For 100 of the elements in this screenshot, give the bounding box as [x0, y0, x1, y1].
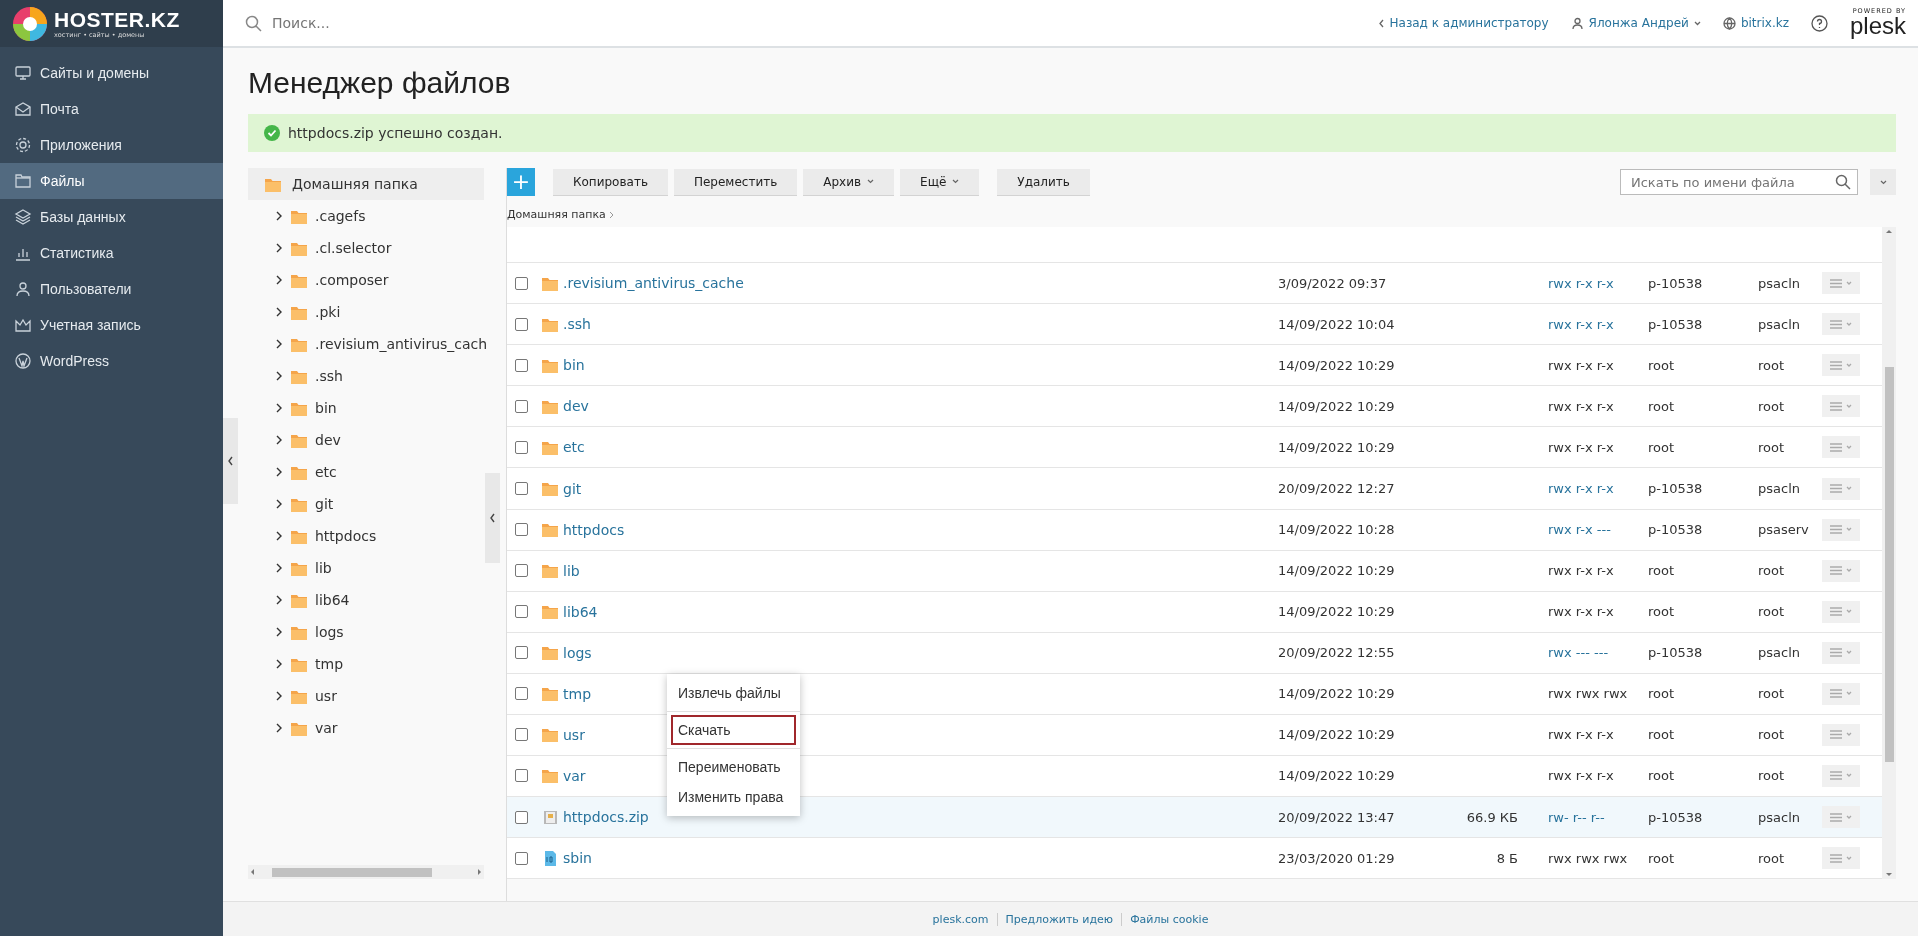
file-name-link[interactable]: logs	[563, 644, 592, 661]
chevron-icon[interactable]	[275, 339, 283, 349]
chevron-icon[interactable]	[275, 403, 283, 413]
tree-item[interactable]: .cagefs	[248, 200, 484, 232]
permissions-link[interactable]: rw- r-- r--	[1548, 809, 1648, 825]
file-name-link[interactable]: dev	[563, 398, 589, 415]
chevron-icon[interactable]	[275, 467, 283, 477]
row-checkbox[interactable]	[515, 317, 528, 331]
row-checkbox[interactable]	[515, 605, 528, 619]
chevron-icon[interactable]	[275, 531, 283, 541]
file-name-link[interactable]: var	[563, 767, 586, 784]
tree-item[interactable]: git	[248, 488, 484, 520]
file-name-link[interactable]: usr	[563, 726, 585, 743]
collapse-handle[interactable]	[485, 473, 500, 563]
tree-item[interactable]: tmp	[248, 648, 484, 680]
row-checkbox[interactable]	[515, 523, 528, 537]
file-name-link[interactable]: bin	[563, 357, 585, 374]
tree-item[interactable]: .ssh	[248, 360, 484, 392]
toolbar-button[interactable]: Удалить	[997, 168, 1090, 196]
back-link[interactable]: Назад к администратору	[1377, 16, 1549, 30]
file-name-link[interactable]: .ssh	[563, 316, 591, 333]
file-name-link[interactable]: etc	[563, 439, 585, 456]
chevron-icon[interactable]	[275, 371, 283, 381]
chevron-icon[interactable]	[275, 563, 283, 573]
tree-item[interactable]: .composer	[248, 264, 484, 296]
chevron-icon[interactable]	[275, 595, 283, 605]
row-checkbox[interactable]	[515, 482, 528, 495]
permissions-link[interactable]: rwx r-x ---	[1548, 522, 1648, 538]
user-menu[interactable]: Ялонжа Андрей	[1570, 16, 1701, 30]
row-checkbox[interactable]	[515, 687, 528, 701]
chevron-icon[interactable]	[275, 691, 283, 701]
row-checkbox[interactable]	[515, 276, 528, 290]
row-checkbox[interactable]	[515, 769, 528, 783]
footer-link[interactable]: Файлы cookie	[1121, 912, 1217, 926]
row-checkbox[interactable]	[515, 399, 528, 413]
chevron-icon[interactable]	[275, 627, 283, 637]
collapse-handle[interactable]	[223, 418, 238, 504]
chevron-icon[interactable]	[275, 659, 283, 669]
sidebar-item[interactable]: Пользователи	[0, 271, 223, 307]
permissions-link[interactable]: rwx r-x r-x	[1548, 481, 1648, 496]
tree-item[interactable]: .pki	[248, 296, 484, 328]
sidebar-item[interactable]: Файлы	[0, 163, 223, 199]
menu-item[interactable]: Извлечь файлы	[671, 678, 796, 708]
row-checkbox[interactable]	[515, 646, 528, 660]
row-checkbox[interactable]	[515, 728, 528, 742]
chevron-icon[interactable]	[275, 499, 283, 509]
file-name-link[interactable]: tmp	[563, 685, 591, 702]
sidebar-item[interactable]: WordPress	[0, 343, 223, 379]
horizontal-scrollbar[interactable]	[248, 865, 484, 879]
toolbar-button[interactable]: Копировать	[553, 168, 668, 196]
file-name-link[interactable]: lib	[563, 562, 580, 579]
menu-item[interactable]: Переименовать	[671, 752, 796, 782]
chevron-icon[interactable]	[275, 275, 283, 285]
domain-link[interactable]: bitrix.kz	[1722, 16, 1789, 30]
file-search-field[interactable]: Искать по имени файла	[1620, 169, 1858, 195]
row-checkbox[interactable]	[515, 851, 528, 865]
permissions-link[interactable]: rwx --- ---	[1548, 645, 1648, 661]
tree-item[interactable]: httpdocs	[248, 520, 484, 552]
sidebar-item[interactable]: Почта	[0, 91, 223, 127]
vertical-scrollbar[interactable]	[1882, 227, 1896, 879]
tree-item[interactable]: dev	[248, 424, 484, 456]
tree-item[interactable]: bin	[248, 392, 484, 424]
tree-item[interactable]: .revisium_antivirus_cach	[248, 328, 484, 360]
toolbar-button[interactable]: Ещё	[900, 168, 980, 196]
sidebar-item[interactable]: Учетная запись	[0, 307, 223, 343]
tree-item[interactable]: lib64	[248, 584, 484, 616]
help-icon[interactable]	[1810, 14, 1828, 32]
row-checkbox[interactable]	[515, 564, 528, 578]
search-icon[interactable]	[1835, 174, 1851, 190]
footer-link[interactable]: plesk.com	[924, 912, 997, 926]
permissions-link[interactable]: rwx r-x r-x	[1548, 275, 1648, 291]
tree-item[interactable]: etc	[248, 456, 484, 488]
chevron-icon[interactable]	[275, 307, 283, 317]
sidebar-item[interactable]: Базы данных	[0, 199, 223, 235]
toolbar-button[interactable]: Переместить	[673, 168, 798, 196]
tree-root[interactable]: Домашняя папка	[248, 168, 484, 200]
tree-item[interactable]: .cl.selector	[248, 232, 484, 264]
chevron-icon[interactable]	[275, 723, 283, 733]
file-name-link[interactable]: httpdocs.zip	[563, 809, 649, 825]
file-name-link[interactable]: lib64	[563, 603, 598, 620]
row-checkbox[interactable]	[515, 440, 528, 454]
file-name-link[interactable]: sbin	[563, 850, 592, 867]
tree-item[interactable]: usr	[248, 680, 484, 712]
tree-item[interactable]: lib	[248, 552, 484, 584]
row-checkbox[interactable]	[515, 358, 528, 372]
menu-item[interactable]: Изменить права	[671, 782, 796, 812]
sidebar-item[interactable]: Сайты и домены	[0, 55, 223, 91]
chevron-icon[interactable]	[275, 243, 283, 253]
row-checkbox[interactable]	[515, 810, 528, 824]
file-name-link[interactable]: httpdocs	[563, 521, 625, 538]
sidebar-item[interactable]: Статистика	[0, 235, 223, 271]
tree-item[interactable]: logs	[248, 616, 484, 648]
breadcrumb-link[interactable]: Домашняя папка	[507, 208, 606, 221]
toolbar-button[interactable]: Архив	[803, 168, 895, 196]
sidebar-item[interactable]: Приложения	[0, 127, 223, 163]
chevron-icon[interactable]	[275, 211, 283, 221]
permissions-link[interactable]: rwx r-x r-x	[1548, 316, 1648, 332]
tree-item[interactable]: var	[248, 712, 484, 744]
file-name-link[interactable]: git	[563, 480, 582, 497]
footer-link[interactable]: Предложить идею	[996, 912, 1122, 926]
